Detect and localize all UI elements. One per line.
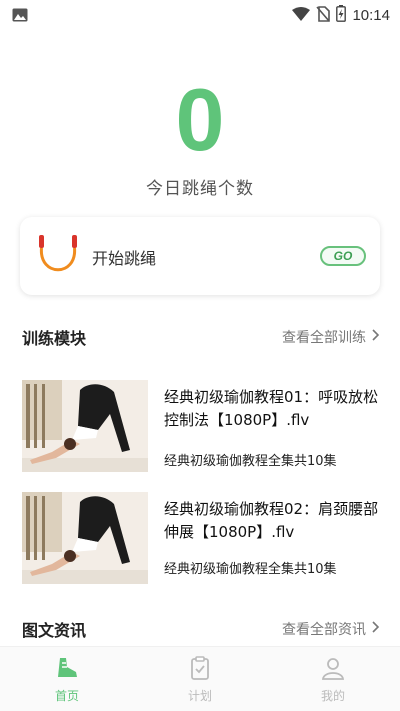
training-section-header: 训练模块 查看全部训练 — [22, 325, 380, 349]
tab-plan[interactable]: 计划 — [160, 655, 240, 704]
tab-profile[interactable]: 我的 — [293, 655, 373, 704]
view-all-news-link[interactable]: 查看全部资讯 — [282, 619, 380, 639]
jump-count-label: 今日跳绳个数 — [146, 179, 254, 199]
status-time: 10:14 — [352, 7, 390, 24]
user-icon — [320, 658, 346, 685]
training-section-title: 训练模块 — [22, 329, 87, 348]
jump-count-value: 0 — [175, 70, 225, 169]
video-subtitle: 经典初级瑜伽教程全集共10集 — [164, 454, 337, 469]
tab-home[interactable]: 首页 — [27, 655, 107, 704]
news-section-title: 图文资讯 — [22, 621, 87, 640]
go-button[interactable]: GO — [320, 246, 366, 266]
start-jump-card[interactable]: 开始跳绳 GO — [20, 217, 380, 295]
view-all-training-label: 查看全部训练 — [282, 330, 366, 346]
video-subtitle: 经典初级瑜伽教程全集共10集 — [164, 562, 337, 577]
jump-rope-icon — [36, 233, 80, 283]
battery-charging-icon — [336, 5, 347, 26]
start-jump-label: 开始跳绳 — [92, 249, 157, 268]
video-thumbnail — [22, 380, 148, 472]
status-bar: 10:14 — [0, 0, 400, 30]
bottom-tab-bar: 首页 计划 我的 — [0, 646, 400, 711]
image-notification-icon — [12, 7, 28, 26]
chevron-right-icon — [372, 329, 380, 345]
tab-home-label: 首页 — [54, 689, 79, 703]
shoe-icon — [54, 658, 80, 685]
clipboard-check-icon — [187, 656, 213, 685]
video-title: 经典初级瑜伽教程01：呼吸放松控制法【1080P】.flv — [164, 388, 379, 429]
no-sim-icon — [316, 5, 331, 26]
wifi-icon — [292, 6, 311, 25]
news-section-header: 图文资讯 查看全部资讯 — [22, 617, 380, 641]
chevron-right-icon — [372, 621, 380, 637]
view-all-news-label: 查看全部资讯 — [282, 622, 366, 638]
training-video-item[interactable]: 经典初级瑜伽教程01：呼吸放松控制法【1080P】.flv 经典初级瑜伽教程全集… — [22, 380, 380, 475]
view-all-training-link[interactable]: 查看全部训练 — [282, 327, 380, 347]
video-thumbnail — [22, 492, 148, 584]
video-title: 经典初级瑜伽教程02：肩颈腰部伸展【1080P】.flv — [164, 500, 379, 541]
tab-plan-label: 计划 — [187, 689, 212, 703]
tab-profile-label: 我的 — [320, 689, 345, 703]
training-video-item[interactable]: 经典初级瑜伽教程02：肩颈腰部伸展【1080P】.flv 经典初级瑜伽教程全集共… — [22, 492, 380, 587]
